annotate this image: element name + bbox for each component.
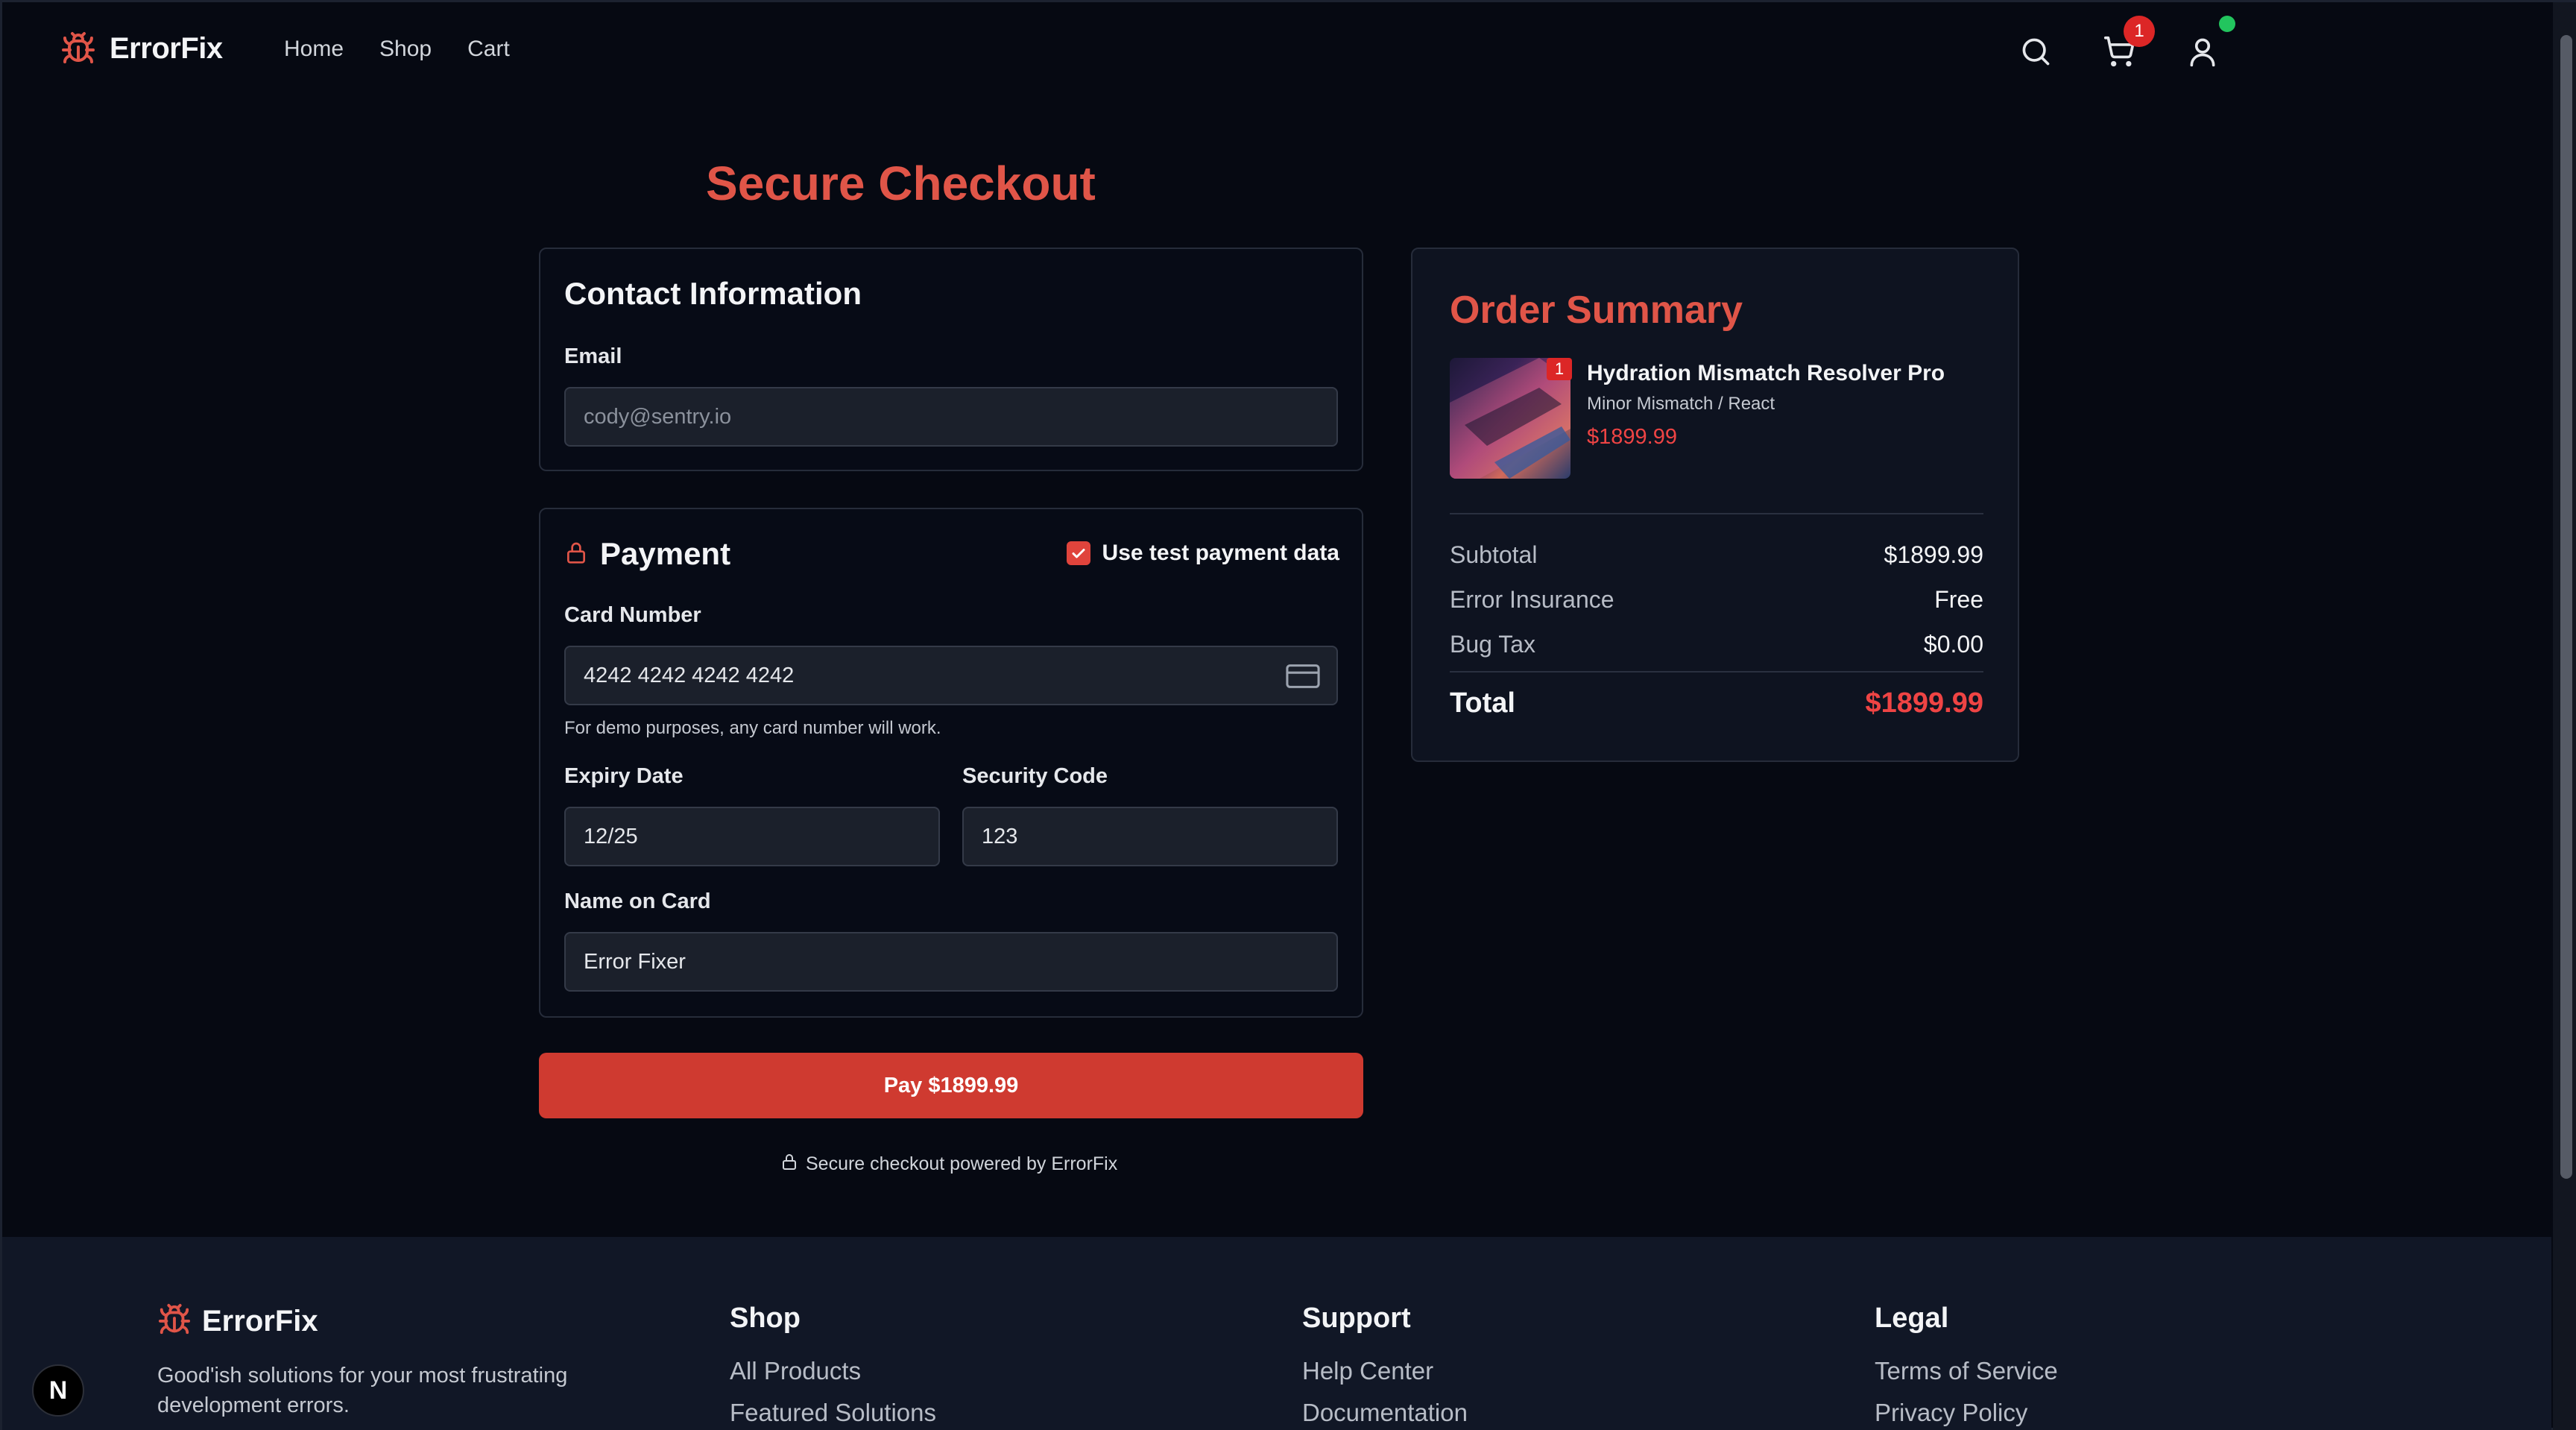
pay-button[interactable]: Pay $1899.99	[539, 1053, 1363, 1118]
contact-heading: Contact Information	[564, 276, 862, 311]
footer-support-column: Support Help Center Documentation	[1302, 1303, 1468, 1430]
test-data-checkbox[interactable]	[1066, 541, 1090, 565]
footer-legal-column: Legal Terms of Service Privacy Policy	[1875, 1303, 2058, 1430]
insurance-value: Free	[1934, 586, 1983, 613]
tax-row: Bug Tax $0.00	[1450, 631, 1983, 658]
online-status-dot	[2219, 16, 2235, 32]
footer-support-title: Support	[1302, 1303, 1411, 1334]
scrollbar-thumb[interactable]	[2560, 35, 2572, 1179]
subtotal-value: $1899.99	[1884, 541, 1983, 568]
subtotal-label: Subtotal	[1450, 541, 1538, 568]
order-summary-title: Order Summary	[1450, 289, 1743, 332]
footer-shop-title: Shop	[730, 1303, 801, 1334]
footer-link-terms[interactable]: Terms of Service	[1875, 1357, 2058, 1385]
footer-brand-name: ErrorFix	[202, 1305, 318, 1338]
total-divider	[1450, 671, 1983, 673]
checkout-page: ErrorFix Home Shop Cart 1 Secure Checkou…	[0, 0, 2576, 1430]
product-name: Hydration Mismatch Resolver Pro	[1587, 361, 1945, 385]
insurance-row: Error Insurance Free	[1450, 586, 1983, 614]
credit-card-icon	[1286, 663, 1320, 696]
footer-description: Good'ish solutions for your most frustra…	[157, 1364, 568, 1417]
cart-count-badge: 1	[2124, 16, 2155, 47]
subtotal-row: Subtotal $1899.99	[1450, 541, 1983, 569]
contact-information-card: Contact Information Email cody@sentry.io	[539, 248, 1363, 471]
card-number-field[interactable]: 4242 4242 4242 4242	[564, 646, 1338, 705]
tax-value: $0.00	[1923, 631, 1983, 658]
product-variant: Minor Mismatch / React	[1587, 394, 1775, 414]
footer-link-documentation[interactable]: Documentation	[1302, 1399, 1468, 1427]
tax-label: Bug Tax	[1450, 631, 1536, 658]
small-lock-icon	[780, 1153, 798, 1176]
card-number-value: 4242 4242 4242 4242	[584, 663, 795, 687]
total-value: $1899.99	[1865, 687, 1984, 719]
card-number-label: Card Number	[564, 603, 701, 627]
brand-name: ErrorFix	[110, 31, 223, 65]
dev-tools-badge[interactable]: N	[32, 1364, 84, 1417]
footer-bug-icon	[157, 1303, 192, 1341]
email-label: Email	[564, 344, 622, 368]
footer-link-privacy[interactable]: Privacy Policy	[1875, 1399, 2058, 1427]
item-quantity-badge: 1	[1547, 358, 1572, 380]
nav-links: Home Shop Cart	[284, 37, 510, 62]
lock-icon	[564, 541, 588, 568]
product-price: $1899.99	[1587, 425, 1677, 449]
order-summary-card: Order Summary 1 Hydration Mismatch Resol…	[1411, 248, 2019, 762]
footer-shop-column: Shop All Products Featured Solutions	[730, 1303, 936, 1430]
payment-heading-row: Payment	[564, 536, 730, 572]
expiry-field[interactable]: 12/25	[564, 807, 940, 866]
use-test-data-toggle[interactable]: Use test payment data	[1066, 541, 1339, 566]
bug-icon	[60, 31, 96, 66]
expiry-label: Expiry Date	[564, 764, 684, 788]
footer-link-help-center[interactable]: Help Center	[1302, 1357, 1468, 1385]
secure-checkout-note: Secure checkout powered by ErrorFix	[780, 1153, 1117, 1176]
footer-link-all-products[interactable]: All Products	[730, 1357, 936, 1385]
nav-home-link[interactable]: Home	[284, 37, 344, 62]
nav-cart-link[interactable]: Cart	[467, 37, 510, 62]
name-on-card-field[interactable]: Error Fixer	[564, 932, 1338, 992]
brand-logo-link[interactable]: ErrorFix	[60, 31, 223, 66]
test-data-label: Use test payment data	[1102, 541, 1339, 565]
insurance-label: Error Insurance	[1450, 586, 1614, 613]
security-code-field[interactable]: 123	[962, 807, 1338, 866]
site-footer: ErrorFix Good'ish solutions for your mos…	[2, 1237, 2551, 1430]
payment-heading: Payment	[600, 536, 731, 571]
security-code-label: Security Code	[962, 764, 1108, 788]
check-icon	[1072, 549, 1085, 558]
total-row: Total $1899.99	[1450, 687, 1983, 719]
secure-note-text: Secure checkout powered by ErrorFix	[806, 1153, 1118, 1174]
email-field[interactable]: cody@sentry.io	[564, 387, 1338, 447]
payment-card: Payment Use test payment data Card Numbe…	[539, 508, 1363, 1018]
total-label: Total	[1450, 687, 1515, 719]
card-hint-text: For demo purposes, any card number will …	[564, 718, 941, 738]
top-nav: ErrorFix Home Shop Cart 1	[2, 2, 2551, 99]
nav-shop-link[interactable]: Shop	[379, 37, 432, 62]
name-on-card-label: Name on Card	[564, 889, 711, 913]
search-icon[interactable]	[2019, 35, 2052, 68]
footer-legal-title: Legal	[1875, 1303, 1949, 1334]
user-icon[interactable]	[2186, 35, 2219, 68]
footer-brand: ErrorFix	[157, 1303, 318, 1341]
summary-divider	[1450, 513, 1983, 514]
page-title: Secure Checkout	[706, 157, 1096, 210]
footer-link-featured-solutions[interactable]: Featured Solutions	[730, 1399, 936, 1427]
